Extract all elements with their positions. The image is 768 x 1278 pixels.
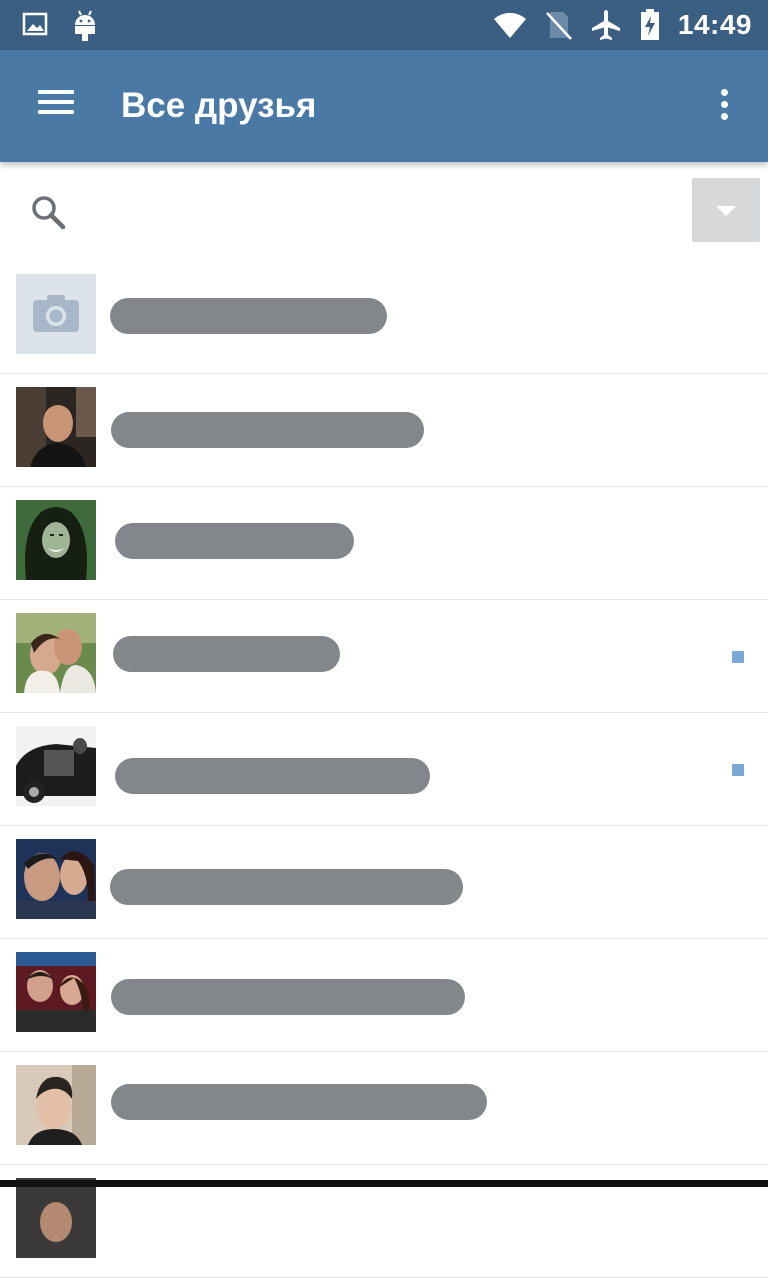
avatar: [16, 1065, 96, 1145]
avatar: [16, 952, 96, 1032]
friend-name-redacted: [111, 412, 424, 448]
friend-list-item[interactable]: [0, 487, 768, 600]
overflow-menu-icon[interactable]: [708, 86, 740, 126]
search-bar: [0, 162, 768, 262]
friend-name-redacted: [115, 523, 354, 559]
friend-list-item[interactable]: [0, 826, 768, 939]
friend-list-item[interactable]: [0, 939, 768, 1052]
status-time: 14:49: [677, 9, 752, 40]
friend-name-redacted: [113, 636, 340, 672]
friend-name-redacted: [111, 1084, 487, 1120]
battery-charging-icon: [640, 9, 659, 40]
camera-placeholder-icon: [33, 295, 79, 332]
wifi-icon: [493, 12, 526, 38]
friend-list-item[interactable]: [0, 261, 768, 374]
avatar: [16, 500, 96, 580]
avatar: [16, 613, 96, 693]
screen-edge-divider: [0, 1180, 768, 1187]
hamburger-menu-icon[interactable]: [30, 84, 82, 128]
app-bar: Все друзья: [0, 50, 768, 162]
page-title: Все друзья: [121, 86, 317, 125]
android-icon: [75, 10, 95, 41]
friend-list-item[interactable]: [0, 600, 768, 713]
filter-dropdown-button[interactable]: [692, 178, 760, 242]
friend-name-redacted: [110, 298, 387, 334]
airplane-icon: [591, 10, 620, 40]
chevron-down-icon: [716, 206, 736, 216]
friend-name-redacted: [111, 979, 465, 1015]
friend-name-redacted: [110, 869, 463, 905]
friend-list-item[interactable]: [0, 713, 768, 826]
friend-list-item[interactable]: [0, 374, 768, 487]
search-icon[interactable]: [28, 192, 68, 232]
avatar: [16, 274, 96, 354]
avatar: [16, 1178, 96, 1258]
friends-list: [0, 261, 768, 1278]
status-bar: 14:49: [0, 0, 768, 50]
avatar: [16, 387, 96, 467]
no-sim-icon: [545, 12, 572, 40]
online-indicator: [732, 764, 744, 776]
online-indicator: [732, 651, 744, 663]
friend-name-redacted: [115, 758, 430, 794]
avatar: [16, 726, 96, 806]
search-input[interactable]: [90, 190, 650, 234]
image-icon: [22, 12, 48, 36]
avatar: [16, 839, 96, 919]
friend-list-item[interactable]: [0, 1052, 768, 1165]
